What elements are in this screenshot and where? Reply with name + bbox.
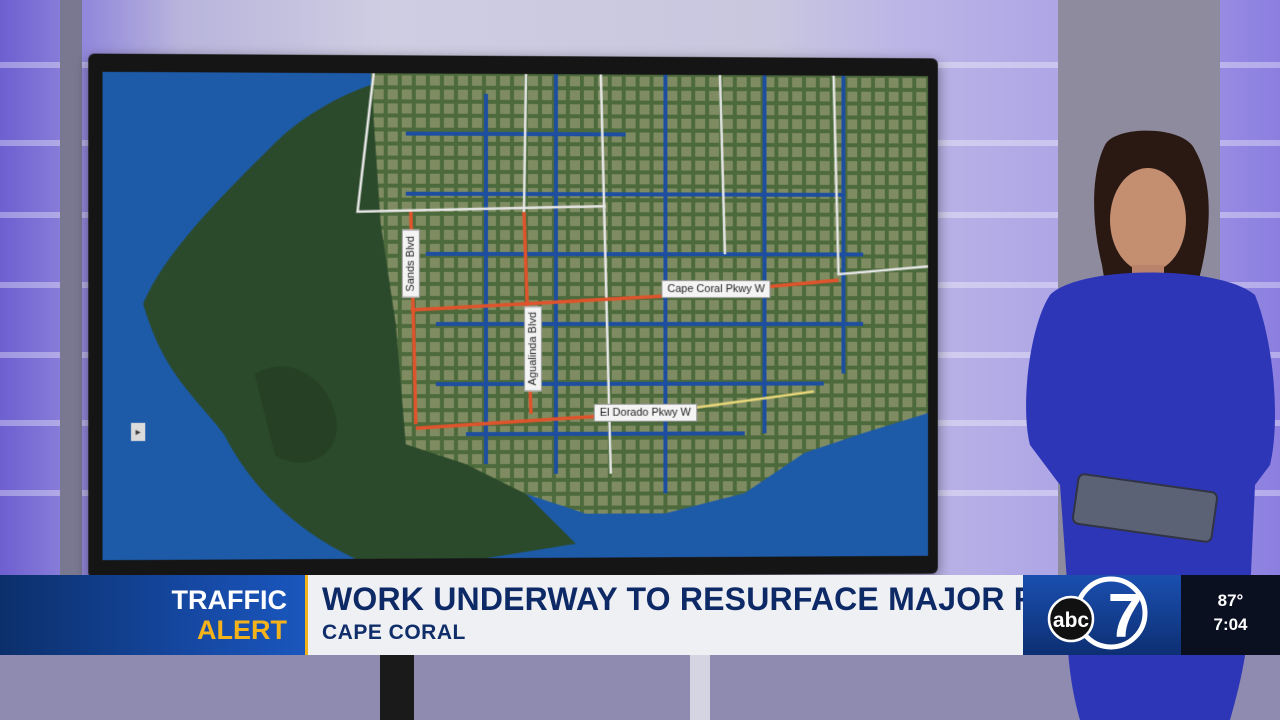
road-map	[102, 71, 929, 561]
sands-blvd-label: Sands Blvd	[401, 229, 420, 298]
agualinda-blvd-label: Agualinda Blvd	[523, 306, 542, 392]
alert-line-2: ALERT	[197, 615, 287, 645]
el-dorado-pkwy-label: El Dorado Pkwy W	[593, 403, 697, 422]
abc-logo-text: abc	[1053, 609, 1090, 632]
location-subline: CAPE CORAL	[322, 621, 466, 644]
display-monitor: ▸ Sands Blvd Agualinda Blvd Cape Coral P…	[88, 53, 938, 579]
reporter-face	[1110, 168, 1186, 272]
traffic-alert-badge: TRAFFIC ALERT	[172, 585, 287, 645]
map-expand-arrow-icon[interactable]: ▸	[131, 422, 146, 442]
headline-panel: WORK UNDERWAY TO RESURFACE MAJOR ROADS C…	[305, 575, 1130, 655]
map-view: ▸ Sands Blvd Agualinda Blvd Cape Coral P…	[102, 71, 929, 561]
weather-time-panel: 87° 7:04	[1181, 575, 1280, 655]
abc7-logo-mark: abc 7	[1047, 576, 1148, 651]
channel-number: 7	[1108, 582, 1142, 651]
alert-panel: TRAFFIC ALERT	[0, 575, 305, 655]
lower-third-banner: TRAFFIC ALERT WORK UNDERWAY TO RESURFACE…	[0, 575, 1280, 655]
alert-line-1: TRAFFIC	[171, 585, 287, 615]
headline: WORK UNDERWAY TO RESURFACE MAJOR ROADS	[322, 581, 1131, 617]
clock-time: 7:04	[1213, 615, 1248, 634]
abc7-logo: abc 7	[1023, 575, 1181, 655]
temperature: 87°	[1217, 591, 1244, 610]
cape-coral-pkwy-label: Cape Coral Pkwy W	[661, 280, 771, 299]
